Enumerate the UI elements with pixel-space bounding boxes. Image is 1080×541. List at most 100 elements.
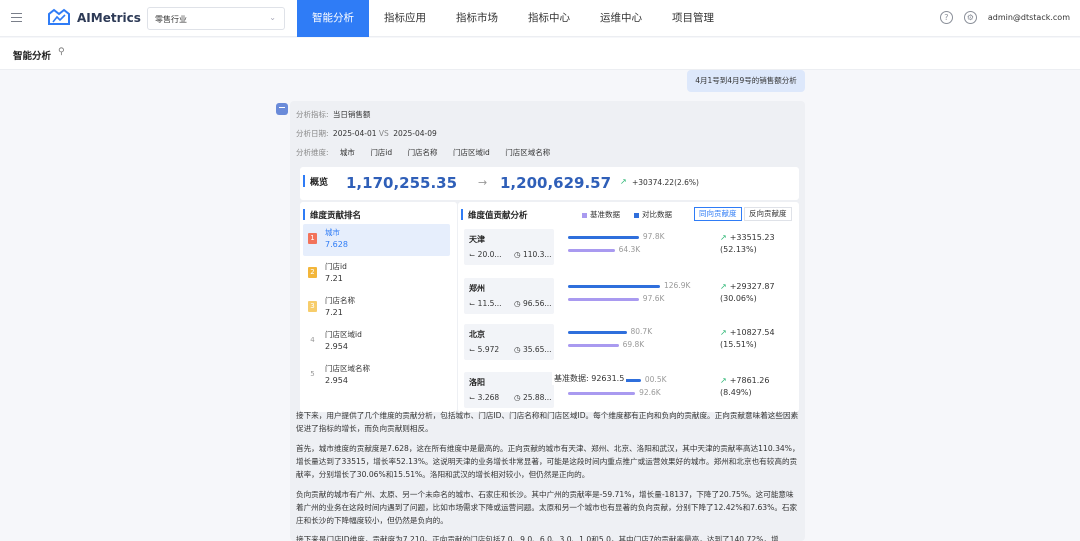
delta-value: +7861.26 xyxy=(729,376,770,385)
date-from: 2025-04-01 xyxy=(332,129,377,138)
legend-compare: 对比数据 xyxy=(634,209,672,220)
overview-compare-value: 1,200,629.57 xyxy=(500,174,612,192)
ranking-item-value: 2.954 xyxy=(325,342,348,351)
dimension-value-item[interactable]: 北京 ⌙ 5.972 ◷ 35.65... xyxy=(464,324,554,360)
gear-icon[interactable]: ⚙ xyxy=(963,11,977,24)
city-metric-2: ◷ 96.56... xyxy=(514,299,552,308)
bot-avatar-icon xyxy=(276,103,288,115)
user-question-bubble: 4月1号到4月9号的销售额分析 xyxy=(687,70,805,92)
negative-contribution-toggle[interactable]: 反向贡献度 xyxy=(744,207,792,221)
compare-bar-label: 97.8K xyxy=(642,232,665,241)
compare-bar-label: 126.9K xyxy=(664,281,691,290)
page-title: 智能分析 xyxy=(13,51,52,62)
analysis-paragraph: 首先，城市维度的贡献度是7.628，这在所有维度中是最高的。正向贡献的城市有天津… xyxy=(296,444,800,479)
ranking-item-region-name[interactable]: 5 门店区域名称 2.954 xyxy=(303,360,450,392)
contribution-delta: ↗ +7861.26 (8.49%) xyxy=(720,375,770,399)
main-nav: 智能分析 指标应用 指标市场 指标中心 运维中心 项目管理 xyxy=(297,0,729,37)
chevron-down-icon: ⌄ xyxy=(269,13,276,22)
city-metric-2: ◷ 110.3... xyxy=(514,250,552,259)
pin-icon[interactable]: ⚲ xyxy=(58,47,65,57)
dimension-chip: 门店区域id xyxy=(452,148,490,157)
metric-label: 分析指标: xyxy=(296,110,329,119)
dimension-chip: 门店名称 xyxy=(407,148,438,157)
trend-up-icon: ↗ xyxy=(720,282,727,291)
positive-contribution-toggle[interactable]: 同向贡献度 xyxy=(694,207,742,221)
base-bar xyxy=(568,344,619,347)
nav-item-metric-application[interactable]: 指标应用 xyxy=(369,0,441,37)
base-bar xyxy=(568,392,636,395)
trend-up-icon: ↗ xyxy=(720,376,727,385)
nav-item-ops-center[interactable]: 运维中心 xyxy=(585,0,657,37)
nav-item-metric-market[interactable]: 指标市场 xyxy=(441,0,513,37)
ranking-item-value: 7.21 xyxy=(325,308,343,317)
city-metric-1: ⌙ 20.0... xyxy=(469,250,502,259)
industry-select-value: 零售行业 xyxy=(155,15,187,24)
dimension-value-item[interactable]: 郑州 ⌙ 11.5... ◷ 96.56... xyxy=(464,278,554,314)
ranking-item-name: 门店区域名称 xyxy=(325,364,370,373)
delta-percent: (30.06%) xyxy=(720,294,757,303)
brand-name: AIMetrics xyxy=(77,11,141,25)
ranking-item-value: 2.954 xyxy=(325,376,348,385)
section-marker xyxy=(303,175,305,187)
compare-bar xyxy=(568,331,627,334)
dimension-value-item[interactable]: 洛阳 ⌙ 3.268 ◷ 25.88... xyxy=(464,372,554,408)
contribution-delta: ↗ +33515.23 (52.13%) xyxy=(720,232,775,256)
city-metric-1: ⌙ 11.5... xyxy=(469,299,502,308)
base-bar xyxy=(568,249,615,252)
ranking-item-name: 门店名称 xyxy=(325,296,355,305)
nav-item-metric-center[interactable]: 指标中心 xyxy=(513,0,585,37)
legend-swatch xyxy=(582,212,587,218)
contribution-delta: ↗ +29327.87 (30.06%) xyxy=(720,281,775,305)
ranking-item-store-id[interactable]: 2 门店id 7.21 xyxy=(303,258,450,290)
dimension-label: 分析维度: xyxy=(296,148,329,157)
metric-line: 分析指标: 当日销售额 xyxy=(296,109,370,120)
contribution-delta: ↗ +10827.54 (15.51%) xyxy=(720,327,775,351)
overview-label: 概览 xyxy=(310,178,329,188)
overview-delta: +30374.22(2.6%) xyxy=(632,178,699,187)
ranking-item-city[interactable]: 1 城市 7.628 xyxy=(303,224,450,256)
ranking-item-region-id[interactable]: 4 门店区域id 2.954 xyxy=(303,326,450,358)
contribution-title: 维度值贡献分析 xyxy=(468,211,528,221)
compare-bar-label: 00.5K xyxy=(644,375,667,384)
ranking-item-name: 门店id xyxy=(325,262,347,271)
ranking-item-value: 7.21 xyxy=(325,274,343,283)
base-bar xyxy=(568,298,639,301)
city-metric-2: ◷ 35.65... xyxy=(514,345,552,354)
help-icon[interactable]: ? xyxy=(939,11,953,24)
base-bar-label: 64.3K xyxy=(618,245,641,254)
city-metric-1: ⌙ 3.268 xyxy=(469,393,500,402)
legend-swatch xyxy=(634,212,639,218)
compare-bar xyxy=(568,285,660,288)
delta-percent: (8.49%) xyxy=(720,388,752,397)
city-name: 北京 xyxy=(469,330,485,339)
top-bar: AIMetrics 零售行业 ⌄ 智能分析 指标应用 指标市场 指标中心 运维中… xyxy=(0,0,1080,37)
aimetrics-logo-icon xyxy=(48,8,70,25)
ranking-item-store-name[interactable]: 3 门店名称 7.21 xyxy=(303,292,450,324)
ranking-item-value: 7.628 xyxy=(325,240,348,249)
dimension-chip: 门店id xyxy=(370,148,393,157)
section-marker xyxy=(461,209,463,220)
city-metric-1: ⌙ 5.972 xyxy=(469,345,500,354)
legend-base-label: 基准数据 xyxy=(590,210,620,219)
dimension-line: 分析维度: 城市 门店id 门店名称 门店区域id 门店区域名称 xyxy=(296,146,558,159)
date-line: 分析日期: 2025-04-01 VS 2025-04-09 xyxy=(296,128,437,139)
dimension-value-item[interactable]: 天津 ⌙ 20.0... ◷ 110.3... xyxy=(464,229,554,265)
nav-item-smart-analysis[interactable]: 智能分析 xyxy=(297,0,369,37)
menu-icon[interactable] xyxy=(11,13,22,23)
trend-up-icon: ↗ xyxy=(720,233,727,242)
nav-item-project-management[interactable]: 项目管理 xyxy=(657,0,729,37)
user-account[interactable]: admin@dtstack.com xyxy=(988,13,1070,22)
vs-label: VS xyxy=(378,129,389,138)
rank-badge: 2 xyxy=(308,267,317,278)
compare-bar xyxy=(568,236,639,239)
city-name: 天津 xyxy=(469,235,485,244)
rank-badge: 3 xyxy=(308,301,317,312)
dimension-chip: 城市 xyxy=(339,148,355,157)
industry-select[interactable]: 零售行业 ⌄ xyxy=(147,7,285,30)
arrow-right-icon: → xyxy=(478,176,488,189)
legend-compare-label: 对比数据 xyxy=(642,210,672,219)
chart-tooltip: 基准数据: 92631.5 xyxy=(552,372,627,385)
base-bar-label: 69.8K xyxy=(622,340,645,349)
analysis-answer-card: 分析指标: 当日销售额 分析日期: 2025-04-01 VS 2025-04-… xyxy=(290,101,805,541)
analysis-paragraph: 接下来是门店ID维度，贡献度为7.210。正向贡献的门店包括7.0、9.0、6.… xyxy=(296,535,779,541)
